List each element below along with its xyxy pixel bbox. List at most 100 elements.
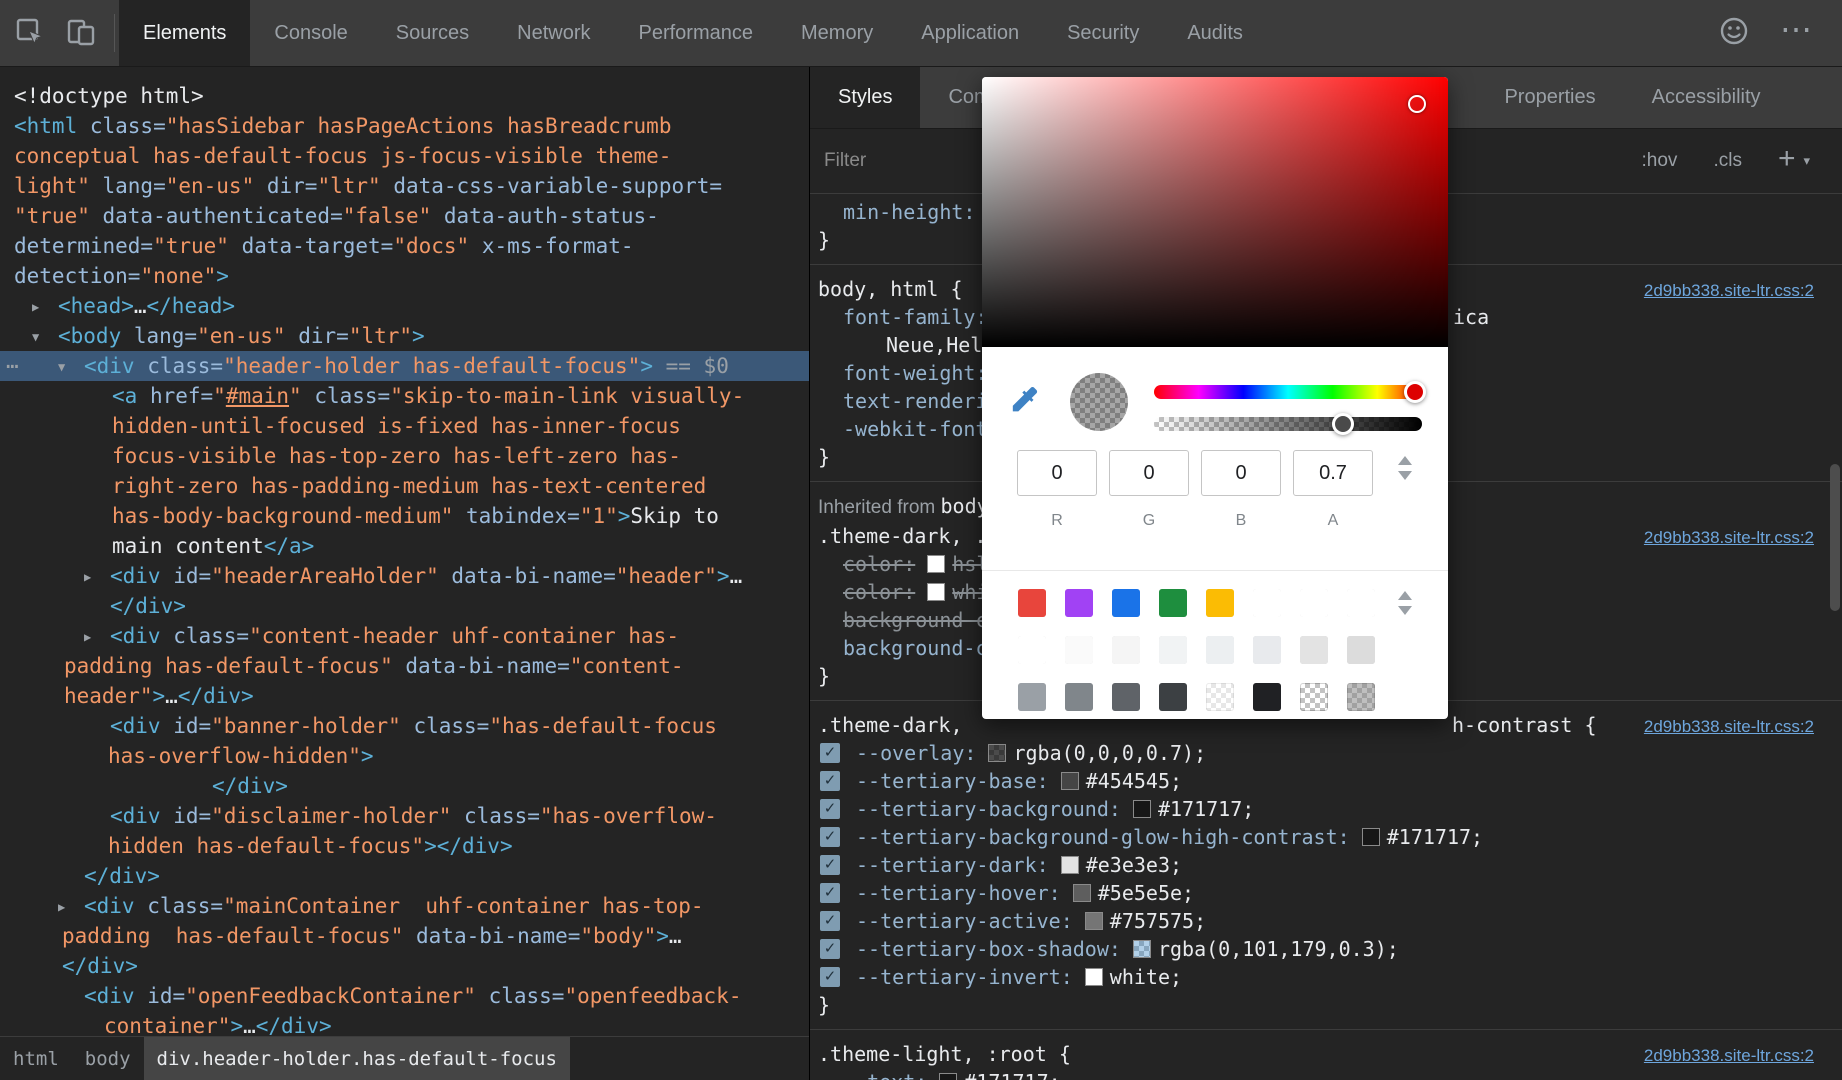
breadcrumb-item[interactable]: div.header-holder.has-default-focus bbox=[144, 1037, 570, 1080]
dom-tree-node[interactable]: <a href="#main" class="skip-to-main-link… bbox=[0, 381, 809, 411]
css-declaration[interactable]: --tertiary-dark: #e3e3e3; bbox=[810, 851, 1842, 879]
dom-tree-node-selected[interactable]: ⋯▼<div class="header-holder has-default-… bbox=[0, 351, 809, 381]
dom-tree-node[interactable]: container">…</div> bbox=[0, 1011, 809, 1036]
chevron-down-icon[interactable]: ▾ bbox=[1803, 153, 1810, 169]
red-channel-input[interactable] bbox=[1017, 450, 1097, 496]
palette-swatch[interactable] bbox=[1300, 636, 1328, 664]
expand-arrow-icon[interactable]: ▶ bbox=[32, 292, 39, 322]
declaration-checkbox[interactable] bbox=[820, 799, 840, 819]
hue-slider[interactable] bbox=[1154, 385, 1422, 399]
saturation-value-gradient[interactable] bbox=[982, 77, 1448, 347]
toggle-hov-button[interactable]: :hov bbox=[1642, 150, 1678, 172]
palette-swatch[interactable] bbox=[1018, 683, 1046, 711]
palette-swatch[interactable] bbox=[1065, 683, 1093, 711]
dom-tree-node[interactable]: padding has-default-focus" data-bi-name=… bbox=[0, 921, 809, 951]
inspect-element-icon[interactable] bbox=[12, 14, 46, 53]
css-property-value[interactable]: #171717; bbox=[964, 1070, 1060, 1080]
declaration-checkbox[interactable] bbox=[820, 911, 840, 931]
declaration-checkbox[interactable] bbox=[820, 967, 840, 987]
css-property-value[interactable]: #757575; bbox=[1110, 909, 1206, 933]
palette-swatch[interactable] bbox=[1018, 636, 1046, 664]
css-property-name[interactable]: --tertiary-background-glow-high-contrast… bbox=[856, 825, 1350, 849]
css-selector[interactable]: body, html { bbox=[818, 277, 963, 301]
css-property-name[interactable]: color: bbox=[843, 552, 915, 576]
dom-tree-node[interactable]: hidden has-default-focus"></div> bbox=[0, 831, 809, 861]
css-property-name[interactable]: --overlay: bbox=[856, 741, 976, 765]
dom-tree-node[interactable]: light" lang="en-us" dir="ltr" data-css-v… bbox=[0, 171, 809, 201]
breadcrumb-item[interactable]: html bbox=[0, 1037, 72, 1080]
palette-swatch[interactable] bbox=[1112, 683, 1140, 711]
expand-arrow-icon[interactable]: ▶ bbox=[58, 892, 65, 922]
more-menu-icon[interactable]: ⋯ bbox=[1780, 13, 1812, 45]
dom-tree-node[interactable]: ▶<div class="mainContainer uhf-container… bbox=[0, 891, 809, 921]
expand-arrow-icon[interactable]: ▶ bbox=[84, 562, 91, 592]
declaration-checkbox[interactable] bbox=[820, 939, 840, 959]
dom-tree-node[interactable]: <div id="openFeedbackContainer" class="o… bbox=[0, 981, 809, 1011]
palette-swatch[interactable] bbox=[1159, 683, 1187, 711]
blue-channel-input[interactable] bbox=[1201, 450, 1281, 496]
color-swatch[interactable] bbox=[1133, 800, 1151, 818]
color-swatch[interactable] bbox=[1061, 856, 1079, 874]
stylesheet-link[interactable]: 2d9bb338.site-ltr.css:2 bbox=[1644, 524, 1814, 552]
css-declaration[interactable]: --tertiary-hover: #5e5e5e; bbox=[810, 879, 1842, 907]
declaration-checkbox[interactable] bbox=[820, 855, 840, 875]
css-property-name[interactable]: --tertiary-invert: bbox=[856, 965, 1073, 989]
feedback-smiley-icon[interactable] bbox=[1718, 15, 1750, 52]
css-property-name[interactable]: --text: bbox=[843, 1070, 927, 1080]
palette-swatch[interactable] bbox=[1347, 636, 1375, 664]
dom-tree-node[interactable]: determined="true" data-target="docs" x-m… bbox=[0, 231, 809, 261]
color-position-indicator[interactable] bbox=[1408, 95, 1426, 113]
css-property-value[interactable]: #171717; bbox=[1158, 797, 1254, 821]
stylesheet-link[interactable]: 2d9bb338.site-ltr.css:2 bbox=[1644, 713, 1814, 741]
dom-tree-node[interactable]: conceptual has-default-focus js-focus-vi… bbox=[0, 141, 809, 171]
palette-stepper[interactable] bbox=[1398, 591, 1412, 615]
css-property-name[interactable]: font-weight: bbox=[843, 361, 988, 385]
dom-tree-node[interactable]: padding has-default-focus" data-bi-name=… bbox=[0, 651, 809, 681]
dom-tree-node[interactable]: </div> bbox=[0, 951, 809, 981]
breadcrumb-item[interactable]: body bbox=[72, 1037, 144, 1080]
tab-memory[interactable]: Memory bbox=[777, 0, 897, 66]
styles-tab-accessibility[interactable]: Accessibility bbox=[1624, 67, 1789, 128]
palette-swatch[interactable] bbox=[1253, 589, 1281, 617]
dom-tree-node[interactable]: <div id="disclaimer-holder" class="has-o… bbox=[0, 801, 809, 831]
stylesheet-link[interactable]: 2d9bb338.site-ltr.css:2 bbox=[1644, 1042, 1814, 1070]
tab-application[interactable]: Application bbox=[897, 0, 1043, 66]
palette-swatch[interactable] bbox=[1300, 683, 1328, 711]
alpha-slider-handle[interactable] bbox=[1332, 413, 1354, 435]
dom-tree-node[interactable]: hidden-until-focused is-fixed has-inner-… bbox=[0, 411, 809, 441]
new-style-rule-button[interactable]: + bbox=[1778, 142, 1796, 176]
css-property-value[interactable]: #e3e3e3; bbox=[1086, 853, 1182, 877]
dom-tree-node[interactable]: has-overflow-hidden"> bbox=[0, 741, 809, 771]
palette-swatch[interactable] bbox=[1300, 589, 1328, 617]
css-property-name[interactable]: font-family: bbox=[843, 305, 988, 329]
dom-tree-node[interactable]: detection="none"> bbox=[0, 261, 809, 291]
css-declaration[interactable]: --overlay: rgba(0,0,0,0.7); bbox=[810, 739, 1842, 767]
palette-swatch[interactable] bbox=[1206, 683, 1234, 711]
toggle-cls-button[interactable]: .cls bbox=[1713, 150, 1742, 172]
alpha-slider[interactable] bbox=[1154, 417, 1422, 431]
device-toolbar-icon[interactable] bbox=[64, 14, 98, 53]
css-declaration[interactable]: --text: #171717; bbox=[810, 1068, 1842, 1080]
styles-tab-properties[interactable]: Properties bbox=[1476, 67, 1623, 128]
tab-audits[interactable]: Audits bbox=[1163, 0, 1267, 66]
dom-tree-node[interactable]: <html class="hasSidebar hasPageActions h… bbox=[0, 111, 809, 141]
dom-tree-node[interactable]: "true" data-authenticated="false" data-a… bbox=[0, 201, 809, 231]
green-channel-input[interactable] bbox=[1109, 450, 1189, 496]
palette-swatch[interactable] bbox=[1159, 636, 1187, 664]
css-declaration[interactable]: --tertiary-base: #454545; bbox=[810, 767, 1842, 795]
color-swatch[interactable] bbox=[1073, 884, 1091, 902]
tab-performance[interactable]: Performance bbox=[615, 0, 778, 66]
css-declaration[interactable]: --tertiary-invert: white; bbox=[810, 963, 1842, 991]
hue-slider-handle[interactable] bbox=[1404, 381, 1426, 403]
dom-tree-node[interactable]: main content</a> bbox=[0, 531, 809, 561]
css-property-name[interactable]: --tertiary-dark: bbox=[856, 853, 1049, 877]
styles-tab-styles[interactable]: Styles bbox=[810, 67, 920, 128]
declaration-checkbox[interactable] bbox=[820, 743, 840, 763]
css-declaration[interactable]: --tertiary-box-shadow: rgba(0,101,179,0.… bbox=[810, 935, 1842, 963]
palette-swatch[interactable] bbox=[1206, 589, 1234, 617]
tab-console[interactable]: Console bbox=[250, 0, 371, 66]
color-swatch[interactable] bbox=[1061, 772, 1079, 790]
alpha-channel-input[interactable] bbox=[1293, 450, 1373, 496]
css-property-value[interactable]: white; bbox=[1110, 965, 1182, 989]
css-selector[interactable]: .theme-dark, bbox=[818, 713, 963, 737]
